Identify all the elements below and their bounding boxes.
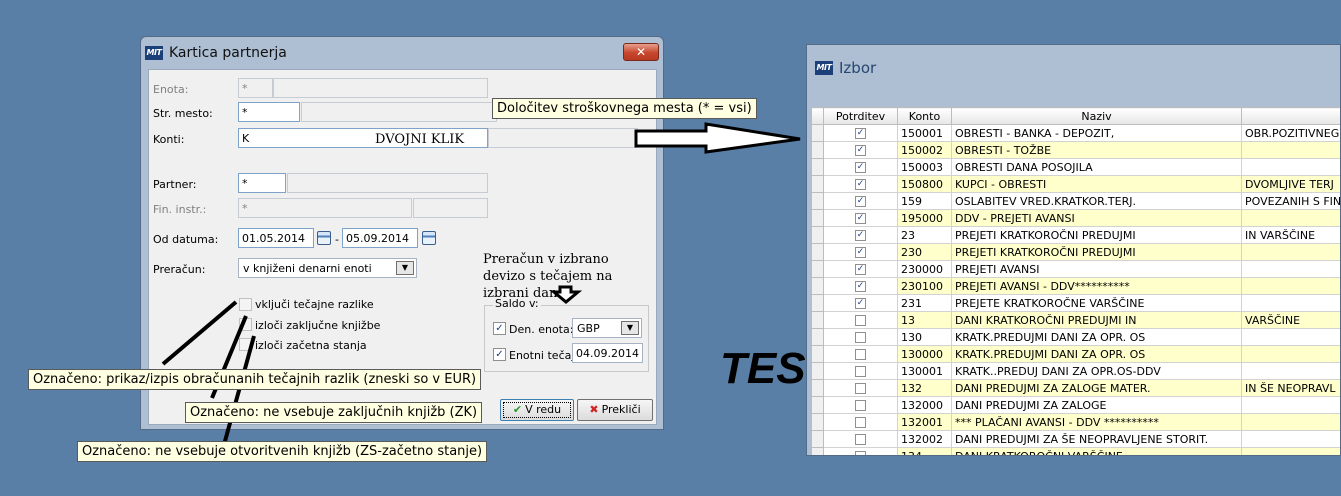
- zacetna-stanja-tooltip: Označeno: ne vsebuje otvoritvenih knjižb…: [77, 441, 488, 462]
- arrow-down-icon: [549, 285, 583, 304]
- pointer-line-zacetna: [220, 335, 256, 453]
- tecajne-razlike-tooltip: Označeno: prikaz/izpis obračunanih tečaj…: [28, 369, 482, 390]
- arrow-right-icon: [634, 122, 801, 154]
- pointer-line-tecajne: [161, 300, 238, 366]
- zakljucne-knjizbe-tooltip: Označeno: ne vsebuje zaključnih knjižb (…: [185, 402, 483, 423]
